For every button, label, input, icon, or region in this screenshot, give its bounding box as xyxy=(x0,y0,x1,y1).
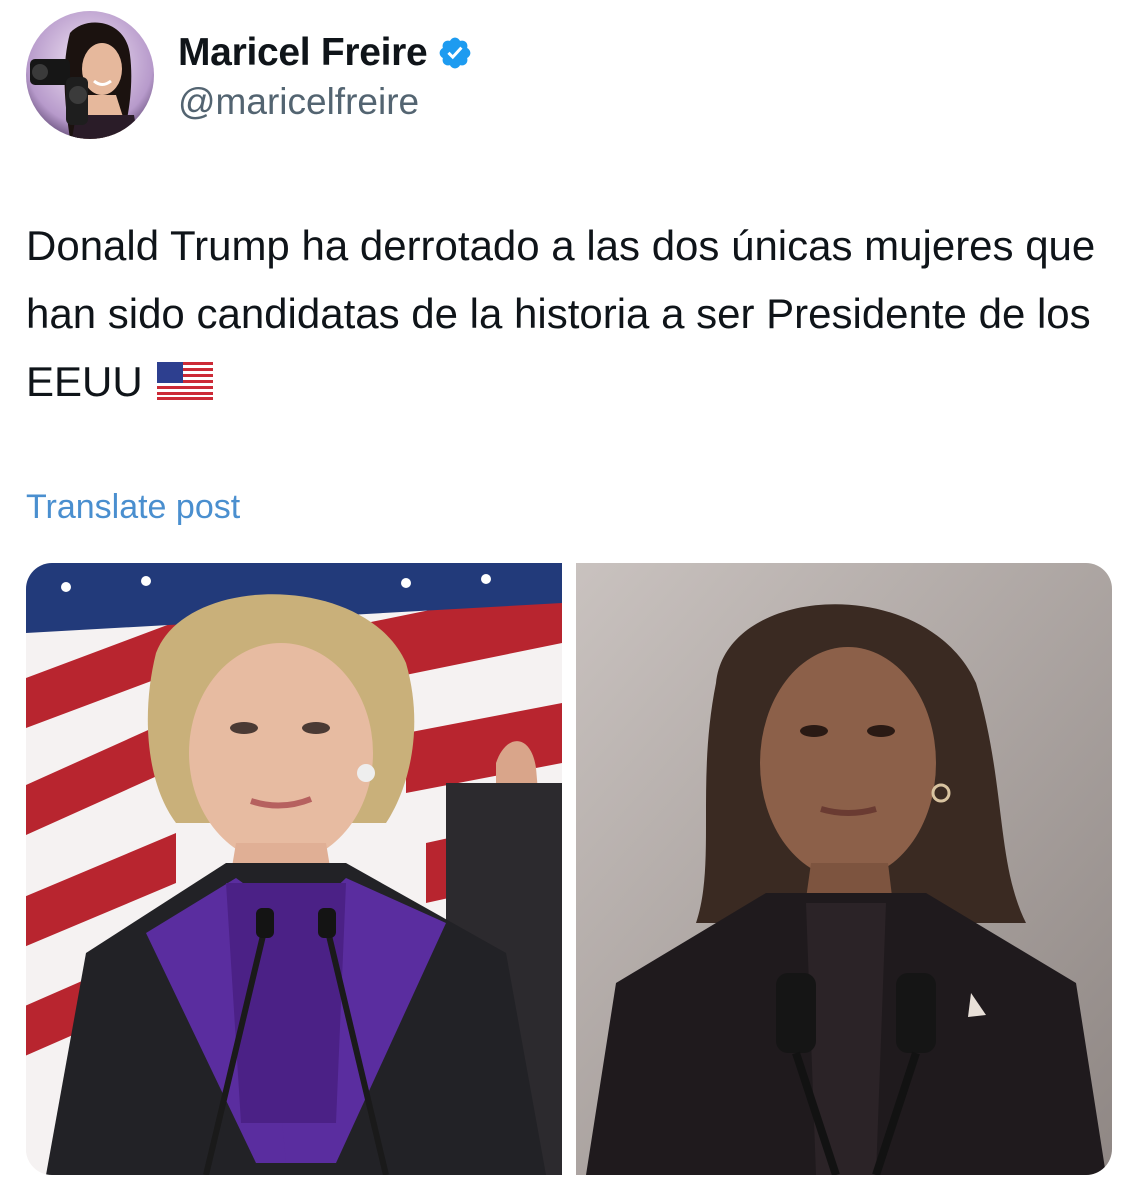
avatar[interactable] xyxy=(26,11,154,139)
translate-post-link[interactable]: Translate post xyxy=(26,488,240,527)
us-flag-icon xyxy=(156,362,213,400)
media-grid xyxy=(26,563,1112,1175)
media-photo-2[interactable] xyxy=(576,563,1112,1175)
author-block: Maricel Freire @maricelfreire xyxy=(178,27,473,123)
post-text: Donald Trump ha derrotado a las dos únic… xyxy=(26,212,1116,416)
author-handle[interactable]: @maricelfreire xyxy=(178,81,473,123)
author-display-name[interactable]: Maricel Freire xyxy=(178,31,428,75)
author-name-row: Maricel Freire xyxy=(178,27,473,79)
verified-badge-icon[interactable] xyxy=(437,35,473,71)
media-photo-1[interactable] xyxy=(26,563,562,1175)
post-header: Maricel Freire @maricelfreire xyxy=(26,10,473,140)
